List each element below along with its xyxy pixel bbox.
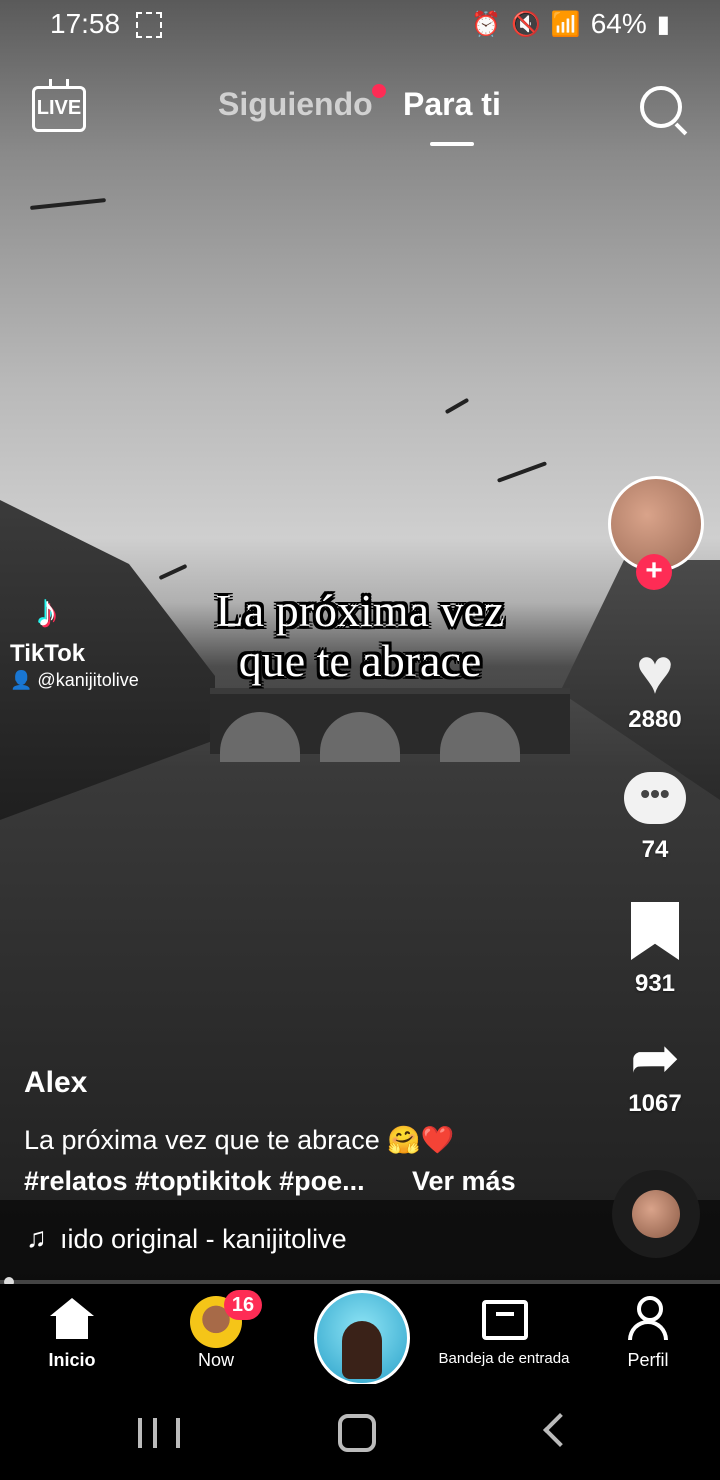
- tab-following[interactable]: Siguiendo: [218, 86, 373, 123]
- alarm-icon: ⏰: [471, 10, 501, 38]
- post-hashtags[interactable]: #relatos #toptikitok #poe...: [24, 1166, 365, 1197]
- mute-icon: 🔇: [510, 10, 541, 38]
- user-icon: 👤: [10, 670, 38, 690]
- share-count: 1067: [628, 1090, 682, 1117]
- tab-for-you[interactable]: Para ti: [403, 86, 501, 123]
- home-icon: [50, 1298, 94, 1339]
- like-button[interactable]: ♥ 2880: [600, 636, 710, 734]
- bookmark-icon: [631, 902, 679, 960]
- live-icon[interactable]: LIVE: [32, 86, 86, 132]
- status-bar: 17:58 ⏰ 🔇 📶 64% ▮: [0, 0, 720, 52]
- share-button[interactable]: ➦ 1067: [600, 1026, 710, 1118]
- wifi-icon: 📶: [550, 10, 581, 38]
- see-more-link[interactable]: Ver más: [412, 1166, 516, 1197]
- sound-title: ıido original - kanijitolive: [60, 1224, 347, 1254]
- nav-home-label: Inicio: [48, 1350, 96, 1370]
- sound-disc[interactable]: [612, 1170, 700, 1258]
- bottom-navigation: Inicio 16 Now Bandeja de entrada Perfil: [0, 1284, 720, 1386]
- profile-icon: [628, 1296, 668, 1340]
- save-count: 931: [634, 970, 676, 997]
- tiktok-watermark: ♪ TikTok 👤 @kanijitolive: [10, 590, 139, 691]
- battery-level: 64%: [590, 8, 647, 39]
- music-note-icon: ♫: [26, 1222, 47, 1253]
- bird-silhouette: [29, 198, 107, 210]
- status-time: 17:58: [50, 8, 121, 39]
- recent-apps-icon[interactable]: [138, 1418, 180, 1448]
- create-button[interactable]: [314, 1290, 410, 1386]
- heart-icon: ♥: [636, 635, 674, 707]
- bird-silhouette: [496, 461, 548, 483]
- watermark-brand: TikTok: [10, 640, 86, 667]
- status-icons: ⏰ 🔇 📶 64% ▮: [471, 8, 670, 40]
- notification-dot: [372, 84, 386, 98]
- top-navigation: LIVE Siguiendo Para ti: [0, 80, 720, 150]
- system-home-icon[interactable]: [338, 1414, 376, 1452]
- sound-disc-cover: [632, 1190, 680, 1238]
- bird-silhouette: [444, 397, 470, 415]
- stone-bridge: [210, 688, 570, 762]
- author-name[interactable]: Alex: [24, 1066, 87, 1100]
- comment-button[interactable]: ••• 74: [600, 772, 710, 864]
- follow-plus-icon[interactable]: +: [636, 554, 672, 590]
- nav-inbox-label: Bandeja de entrada: [438, 1350, 570, 1367]
- comment-icon: •••: [624, 772, 686, 824]
- tiktok-logo-icon: ♪: [36, 587, 58, 636]
- post-description: La próxima vez que te abrace 🤗❤️: [24, 1125, 455, 1155]
- watermark-handle: 👤 @kanijitolive: [10, 670, 139, 691]
- save-button[interactable]: 931: [600, 902, 710, 998]
- search-icon[interactable]: [640, 86, 682, 128]
- now-badge: 16: [224, 1290, 262, 1320]
- nav-now-label: Now: [197, 1350, 234, 1370]
- inbox-icon: [482, 1300, 528, 1340]
- battery-icon: ▮: [656, 10, 670, 38]
- bird-silhouette: [158, 563, 188, 581]
- comment-count: 74: [641, 836, 669, 863]
- create-avatar-image: [342, 1321, 382, 1379]
- like-count: 2880: [628, 706, 682, 733]
- nav-profile-label: Perfil: [627, 1350, 669, 1370]
- share-arrow-icon: ➦: [629, 1024, 681, 1091]
- watermark-handle-text: @kanijitolive: [37, 670, 139, 690]
- system-navigation-bar: [0, 1384, 720, 1480]
- screenshot-icon: [136, 12, 162, 38]
- back-icon[interactable]: [543, 1413, 577, 1447]
- active-tab-indicator: [430, 142, 474, 146]
